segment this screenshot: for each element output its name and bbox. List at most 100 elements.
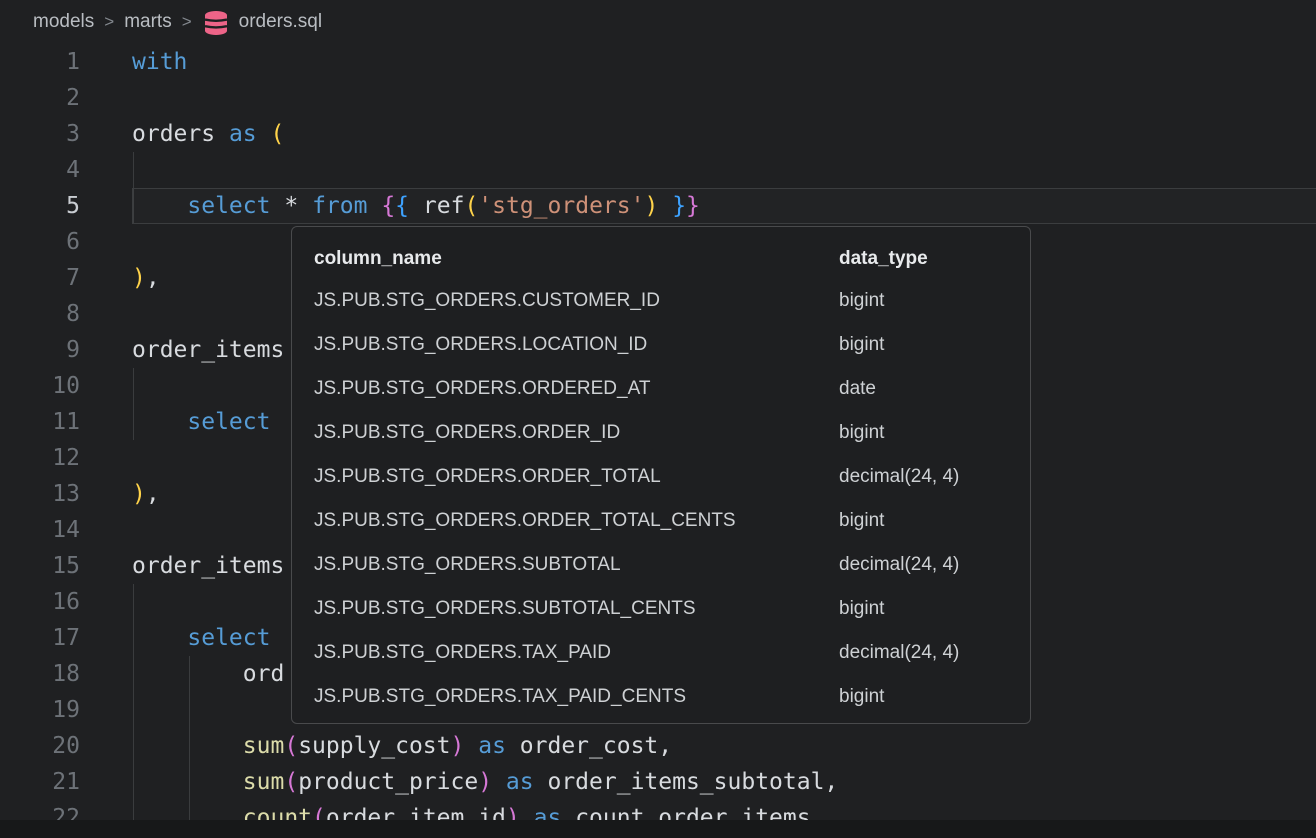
code-token: }	[686, 193, 700, 219]
code-token	[506, 733, 520, 759]
editor-line: 4	[0, 152, 1316, 188]
code-line[interactable]: with	[132, 44, 1316, 80]
line-number: 15	[0, 548, 80, 584]
line-number: 18	[0, 656, 80, 692]
popup-cell-column-name: JS.PUB.STG_ORDERS.SUBTOTAL	[314, 554, 839, 576]
code-token: ,	[146, 265, 160, 291]
code-token: sum	[243, 769, 285, 795]
popup-column-row: JS.PUB.STG_ORDERS.LOCATION_IDbigint	[292, 323, 1030, 367]
popup-cell-column-name: JS.PUB.STG_ORDERS.SUBTOTAL_CENTS	[314, 598, 839, 620]
popup-cell-column-name: JS.PUB.STG_ORDERS.ORDER_TOTAL_CENTS	[314, 510, 839, 532]
code-token: supply_cost	[298, 733, 450, 759]
line-number: 12	[0, 440, 80, 476]
editor-line: 1with	[0, 44, 1316, 80]
editor-line: 2	[0, 80, 1316, 116]
code-token: )	[644, 193, 658, 219]
code-token	[132, 733, 243, 759]
code-token: {	[395, 193, 409, 219]
code-token	[298, 193, 312, 219]
line-number: 10	[0, 368, 80, 404]
popup-cell-column-name: JS.PUB.STG_ORDERS.ORDER_ID	[314, 422, 839, 444]
line-number: 21	[0, 764, 80, 800]
line-number: 8	[0, 296, 80, 332]
line-number: 4	[0, 152, 80, 188]
code-token: 'stg_orders'	[478, 193, 644, 219]
code-token	[658, 193, 672, 219]
code-line[interactable]: sum(supply_cost) as order_cost,	[132, 728, 1316, 764]
code-token: product_price	[298, 769, 478, 795]
breadcrumb-item-models[interactable]: models	[33, 11, 94, 33]
popup-column-row: JS.PUB.STG_ORDERS.TAX_PAIDdecimal(24, 4)	[292, 631, 1030, 675]
code-token: sum	[243, 733, 285, 759]
code-token: *	[284, 193, 298, 219]
popup-column-row: JS.PUB.STG_ORDERS.TAX_PAID_CENTSbigint	[292, 675, 1030, 719]
popup-cell-data-type: bigint	[839, 510, 1018, 532]
code-token	[534, 769, 548, 795]
code-token: as	[478, 733, 506, 759]
line-number: 2	[0, 80, 80, 116]
line-number: 9	[0, 332, 80, 368]
code-token	[132, 661, 243, 687]
breadcrumb-file-name[interactable]: orders.sql	[239, 11, 322, 33]
editor-line: 21 sum(product_price) as order_items_sub…	[0, 764, 1316, 800]
code-token	[270, 193, 284, 219]
code-token: select	[187, 625, 270, 651]
popup-cell-data-type: date	[839, 378, 1018, 400]
chevron-right-icon: >	[182, 12, 192, 32]
code-token: (	[271, 121, 285, 147]
code-token: )	[451, 733, 465, 759]
line-number: 7	[0, 260, 80, 296]
popup-cell-data-type: bigint	[839, 422, 1018, 444]
popup-cell-column-name: JS.PUB.STG_ORDERS.ORDER_TOTAL	[314, 466, 839, 488]
code-token: orders	[132, 121, 229, 147]
code-token: select	[187, 409, 270, 435]
code-line[interactable]	[132, 80, 1316, 116]
code-token	[409, 193, 423, 219]
code-token: as	[229, 121, 257, 147]
breadcrumb: models > marts > orders.sql	[0, 0, 1316, 44]
code-token: order_items	[132, 553, 284, 579]
line-number: 20	[0, 728, 80, 764]
popup-header-data-type: data_type	[839, 248, 1018, 270]
popup-cell-data-type: decimal(24, 4)	[839, 466, 1018, 488]
code-token	[464, 733, 478, 759]
popup-column-row: JS.PUB.STG_ORDERS.CUSTOMER_IDbigint	[292, 279, 1030, 323]
popup-column-row: JS.PUB.STG_ORDERS.SUBTOTAL_CENTSbigint	[292, 587, 1030, 631]
code-token: (	[464, 193, 478, 219]
line-number: 19	[0, 692, 80, 728]
chevron-right-icon: >	[104, 12, 114, 32]
popup-header-row: column_name data_type	[292, 239, 1030, 279]
breadcrumb-item-marts[interactable]: marts	[124, 11, 172, 33]
line-number: 14	[0, 512, 80, 548]
database-icon	[202, 11, 230, 35]
popup-cell-data-type: bigint	[839, 290, 1018, 312]
code-line[interactable]	[132, 152, 1316, 188]
code-line[interactable]: sum(product_price) as order_items_subtot…	[132, 764, 1316, 800]
code-token: (	[284, 733, 298, 759]
line-number: 16	[0, 584, 80, 620]
popup-cell-data-type: bigint	[839, 334, 1018, 356]
bottom-panel-edge	[0, 820, 1316, 838]
editor-line: 3orders as (	[0, 116, 1316, 152]
code-token: as	[506, 769, 534, 795]
code-token	[367, 193, 381, 219]
line-number: 5	[0, 188, 80, 224]
code-token	[492, 769, 506, 795]
editor-line: 5 select * from {{ ref('stg_orders') }}	[0, 188, 1316, 224]
popup-cell-data-type: bigint	[839, 598, 1018, 620]
code-token: }	[672, 193, 686, 219]
code-line[interactable]: orders as (	[132, 116, 1316, 152]
code-token: ref	[423, 193, 465, 219]
code-token	[257, 121, 271, 147]
line-number: 6	[0, 224, 80, 260]
code-line[interactable]: select * from {{ ref('stg_orders') }}	[132, 188, 1316, 224]
code-token: order_items_subtotal,	[547, 769, 838, 795]
popup-column-row: JS.PUB.STG_ORDERS.ORDERED_ATdate	[292, 367, 1030, 411]
popup-column-row: JS.PUB.STG_ORDERS.SUBTOTALdecimal(24, 4)	[292, 543, 1030, 587]
code-token: ,	[146, 481, 160, 507]
popup-cell-column-name: JS.PUB.STG_ORDERS.LOCATION_ID	[314, 334, 839, 356]
line-number: 13	[0, 476, 80, 512]
code-token: ord	[243, 661, 285, 687]
code-token: )	[478, 769, 492, 795]
code-token: order_items	[132, 337, 284, 363]
